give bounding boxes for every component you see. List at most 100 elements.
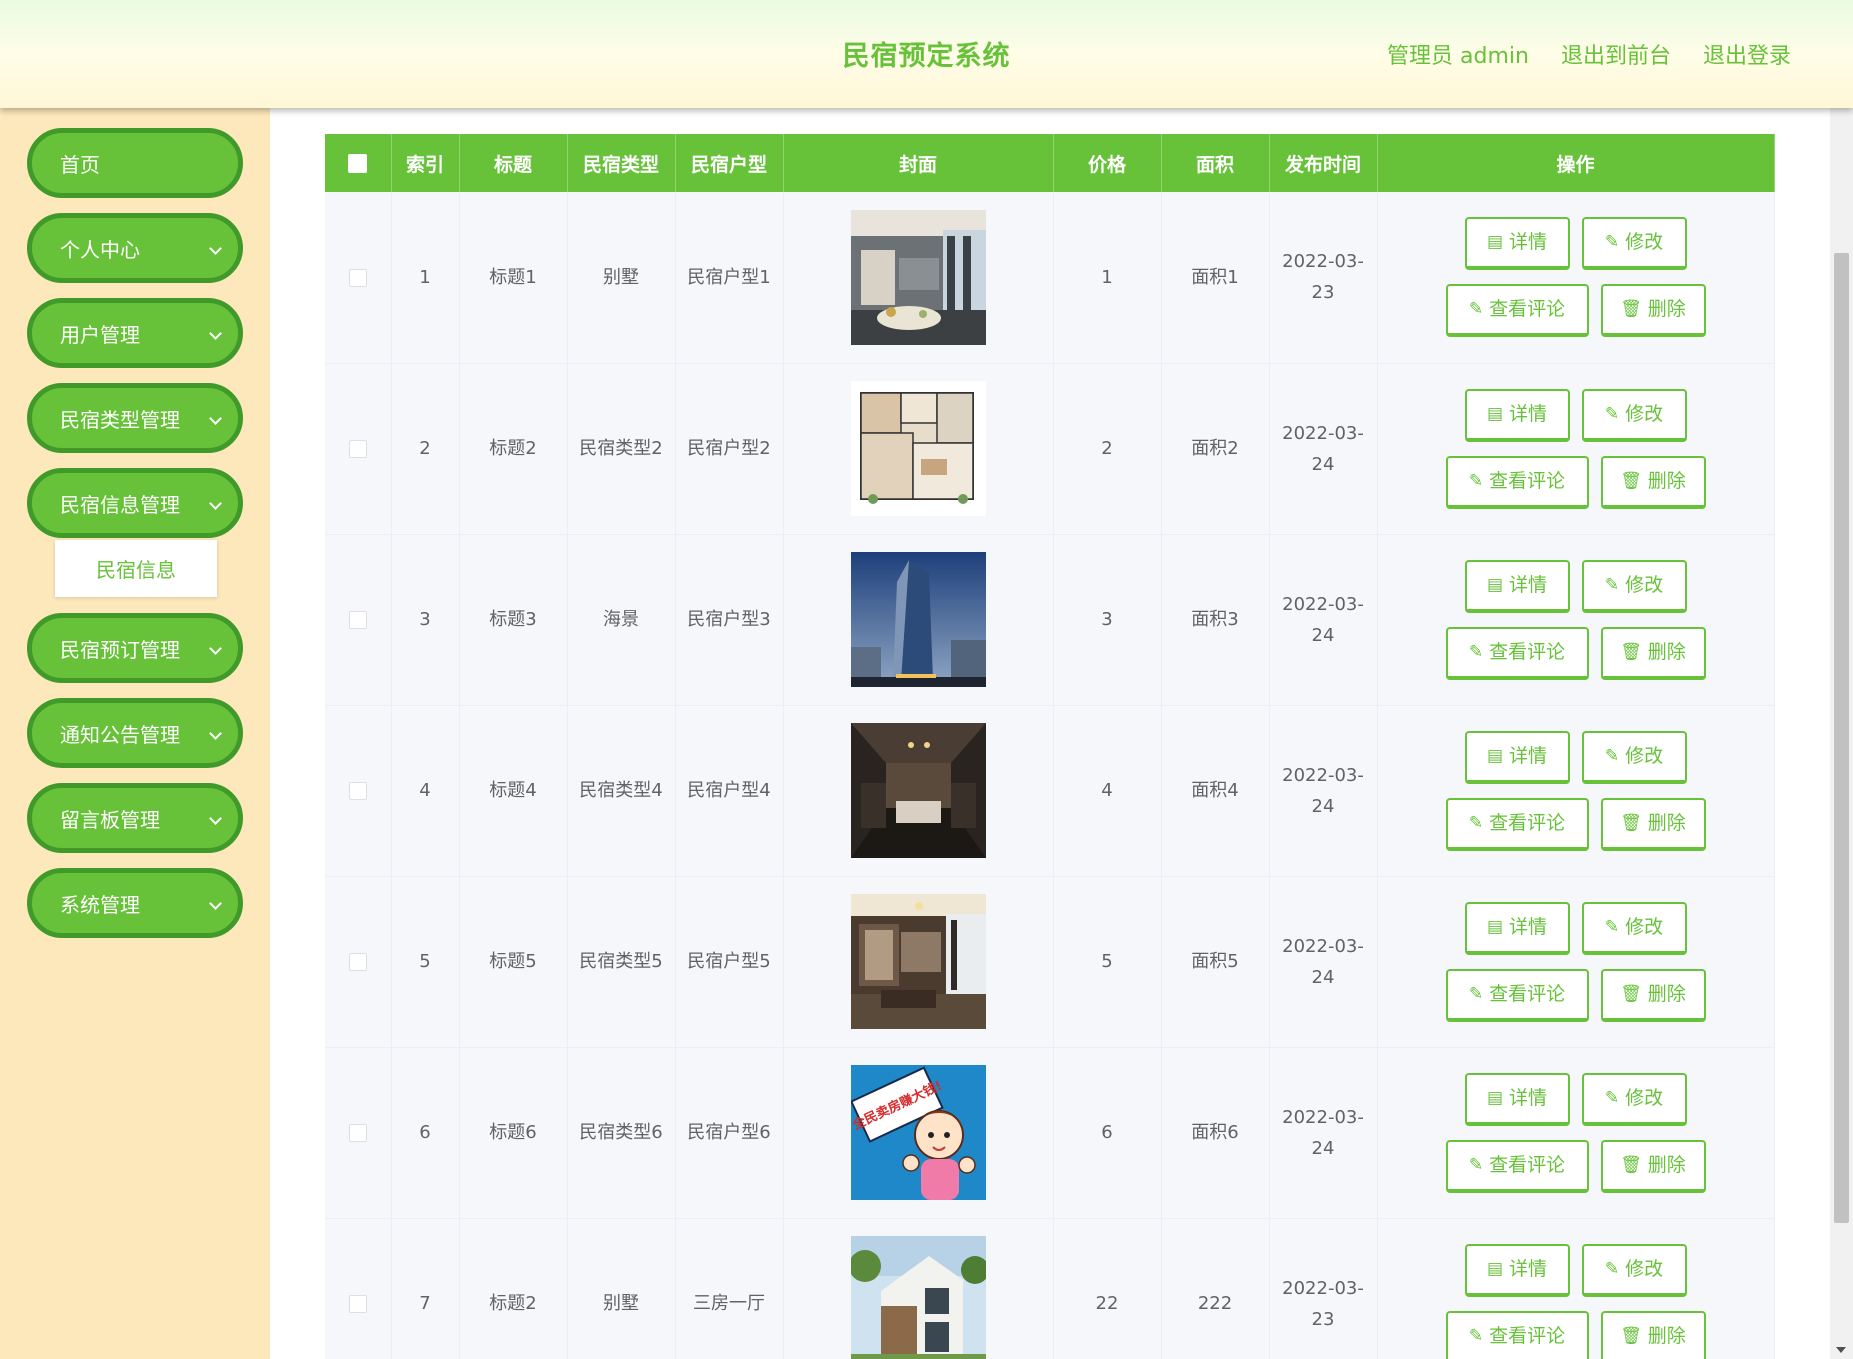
cell-cover	[783, 534, 1054, 706]
view-comments-button[interactable]: ✎ 查看评论	[1445, 455, 1589, 509]
cell-area: 面积3	[1161, 534, 1270, 706]
cover-image-dark-bedroom[interactable]	[850, 723, 986, 858]
sidebar-item-booking-management[interactable]: 民宿预订管理	[27, 613, 243, 683]
cell-area: 面积4	[1161, 705, 1270, 877]
cell-area: 222	[1161, 1218, 1270, 1359]
cover-image-villa-exterior[interactable]	[850, 1236, 986, 1359]
chevron-down-icon	[209, 327, 222, 340]
document-icon: ▤	[1486, 232, 1504, 253]
delete-button[interactable]: 🗑 删除	[1600, 797, 1706, 851]
row-select-cell	[325, 363, 392, 535]
cell-index: 6	[391, 1047, 460, 1219]
edit-button[interactable]: ✎ 修改	[1581, 901, 1687, 955]
cover-image-cartoon-sign[interactable]: 全民卖房赚大钱!	[850, 1065, 986, 1200]
row-checkbox[interactable]	[348, 1124, 367, 1142]
view-comments-button[interactable]: ✎ 查看评论	[1445, 797, 1589, 851]
cell-layout: 民宿户型2	[675, 363, 784, 535]
sidebar-item-label: 留言板管理	[60, 807, 160, 832]
exit-to-front-link[interactable]: 退出到前台	[1561, 38, 1671, 70]
cell-type: 民宿类型5	[567, 876, 676, 1048]
delete-button[interactable]: 🗑 删除	[1600, 626, 1706, 680]
view-comments-button[interactable]: ✎ 查看评论	[1445, 626, 1589, 680]
detail-button[interactable]: ▤ 详情	[1464, 901, 1570, 955]
view-comments-button[interactable]: ✎ 查看评论	[1445, 968, 1589, 1022]
edit-button[interactable]: ✎ 修改	[1581, 388, 1687, 442]
detail-button[interactable]: ▤ 详情	[1464, 217, 1570, 271]
cover-image-interior-room[interactable]	[850, 209, 986, 345]
trash-icon: 🗑	[1620, 812, 1642, 833]
row-checkbox[interactable]	[348, 611, 367, 629]
sidebar-item-user-management[interactable]: 用户管理	[27, 298, 243, 368]
table-row: 2 标题2 民宿类型2 民宿户型2 2 面积2 2022-03-24 ▤ 详情 …	[325, 363, 1775, 535]
column-header-type[interactable]: 民宿类型	[567, 134, 676, 192]
edit-button[interactable]: ✎ 修改	[1581, 1072, 1687, 1126]
row-checkbox[interactable]	[348, 440, 367, 458]
sidebar-item-label: 用户管理	[60, 322, 140, 347]
chevron-down-icon	[209, 642, 222, 655]
detail-button[interactable]: ▤ 详情	[1464, 559, 1570, 613]
edit-button[interactable]: ✎ 修改	[1581, 559, 1687, 613]
scrollbar-thumb[interactable]	[1834, 253, 1849, 1223]
delete-button[interactable]: 🗑 删除	[1600, 968, 1706, 1022]
detail-button[interactable]: ▤ 详情	[1464, 388, 1570, 442]
cell-title: 标题3	[459, 534, 568, 706]
sidebar-item-label: 个人中心	[60, 237, 140, 262]
detail-button[interactable]: ▤ 详情	[1464, 1243, 1570, 1297]
view-comments-button[interactable]: ✎ 查看评论	[1445, 1310, 1589, 1359]
cover-image-luxury-bedroom[interactable]	[850, 894, 986, 1029]
cell-cover	[783, 876, 1054, 1048]
row-select-cell	[325, 1218, 392, 1359]
cell-layout: 民宿户型1	[675, 192, 784, 364]
sidebar-item-system-management[interactable]: 系统管理	[27, 868, 243, 938]
sidebar-item-home[interactable]: 首页	[27, 128, 243, 198]
select-all-checkbox[interactable]	[348, 154, 368, 173]
edit-button[interactable]: ✎ 修改	[1581, 1243, 1687, 1297]
cell-type: 别墅	[567, 1218, 676, 1359]
chevron-down-icon	[209, 727, 222, 740]
cover-image-tower-building[interactable]	[850, 552, 986, 687]
cell-layout: 民宿户型6	[675, 1047, 784, 1219]
sidebar-item-homestay-type-management[interactable]: 民宿类型管理	[27, 383, 243, 453]
detail-button[interactable]: ▤ 详情	[1464, 730, 1570, 784]
cell-date: 2022-03-24	[1269, 705, 1378, 877]
column-header-index[interactable]: 索引	[391, 134, 460, 192]
detail-button[interactable]: ▤ 详情	[1464, 1072, 1570, 1126]
trash-icon: 🗑	[1620, 983, 1642, 1004]
row-checkbox[interactable]	[348, 782, 367, 800]
column-header-date[interactable]: 发布时间	[1269, 134, 1378, 192]
delete-button[interactable]: 🗑 删除	[1600, 284, 1706, 338]
edit-button[interactable]: ✎ 修改	[1581, 217, 1687, 271]
sidebar-item-label: 民宿信息管理	[60, 492, 180, 517]
delete-button[interactable]: 🗑 删除	[1600, 1139, 1706, 1193]
cell-type: 民宿类型4	[567, 705, 676, 877]
column-header-layout[interactable]: 民宿户型	[675, 134, 784, 192]
cell-price: 22	[1053, 1218, 1162, 1359]
row-checkbox[interactable]	[348, 268, 367, 287]
column-header-title[interactable]: 标题	[459, 134, 568, 192]
column-header-price[interactable]: 价格	[1053, 134, 1162, 192]
view-comments-button[interactable]: ✎ 查看评论	[1445, 1139, 1589, 1193]
edit-button[interactable]: ✎ 修改	[1581, 730, 1687, 784]
cover-image-floor-plan[interactable]	[850, 381, 986, 516]
row-checkbox[interactable]	[348, 953, 367, 971]
column-header-area[interactable]: 面积	[1161, 134, 1270, 192]
top-links: 管理员 admin 退出到前台 退出登录	[1387, 38, 1791, 70]
sidebar-item-notice-management[interactable]: 通知公告管理	[27, 698, 243, 768]
sidebar-subitem-homestay-info[interactable]: 民宿信息	[55, 540, 217, 597]
row-checkbox[interactable]	[348, 1295, 367, 1313]
cell-area: 面积2	[1161, 363, 1270, 535]
delete-button[interactable]: 🗑 删除	[1600, 455, 1706, 509]
sidebar-item-homestay-info-management[interactable]: 民宿信息管理	[27, 468, 243, 538]
sidebar-item-message-board-management[interactable]: 留言板管理	[27, 783, 243, 853]
column-header-cover[interactable]: 封面	[783, 134, 1054, 192]
logout-link[interactable]: 退出登录	[1703, 38, 1791, 70]
view-comments-button[interactable]: ✎ 查看评论	[1445, 284, 1589, 338]
page-scrollbar[interactable]	[1830, 108, 1853, 1359]
cell-cover	[783, 363, 1054, 535]
scroll-down-arrow-icon[interactable]	[1836, 1347, 1846, 1353]
select-all-header[interactable]	[325, 134, 392, 192]
admin-user-link[interactable]: 管理员 admin	[1387, 38, 1529, 70]
delete-button[interactable]: 🗑 删除	[1600, 1310, 1706, 1359]
sidebar-item-personal-center[interactable]: 个人中心	[27, 213, 243, 283]
document-icon: ▤	[1486, 745, 1504, 766]
